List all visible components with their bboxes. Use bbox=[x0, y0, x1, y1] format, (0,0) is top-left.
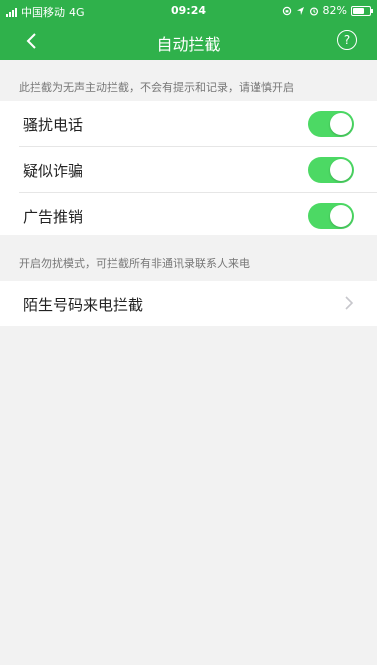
help-icon[interactable]: ? bbox=[337, 30, 357, 50]
toggle-row-ads: 广告推销 bbox=[19, 193, 377, 238]
battery-percent: 82% bbox=[322, 4, 347, 17]
toggle-group: 骚扰电话 疑似诈骗 广告推销 bbox=[0, 101, 377, 235]
toggle-label: 疑似诈骗 bbox=[23, 162, 84, 180]
location-icon bbox=[296, 6, 304, 15]
dnd-hint: 开启勿扰模式，可拦截所有非通讯录联系人来电 bbox=[19, 257, 250, 270]
stranger-label: 陌生号码来电拦截 bbox=[23, 296, 144, 314]
toggle-row-harassment: 骚扰电话 bbox=[19, 101, 377, 147]
status-right: 82% bbox=[282, 4, 373, 17]
page-title: 自动拦截 bbox=[156, 35, 221, 54]
toggle-label: 广告推销 bbox=[23, 208, 84, 226]
status-bar: 中国移动 4G 09:24 82% bbox=[0, 0, 377, 22]
harassment-toggle[interactable] bbox=[308, 111, 354, 137]
ads-toggle[interactable] bbox=[308, 203, 354, 229]
intercept-hint: 此拦截为无声主动拦截，不会有提示和记录，请谨慎开启 bbox=[19, 81, 294, 94]
battery-fill bbox=[353, 7, 365, 14]
toggle-label: 骚扰电话 bbox=[23, 116, 84, 134]
alarm-icon bbox=[309, 6, 318, 16]
nav-bar: 自动拦截 ? bbox=[0, 22, 377, 60]
battery-icon bbox=[351, 5, 373, 16]
chevron-right-icon bbox=[345, 296, 354, 310]
stranger-call-row[interactable]: 陌生号码来电拦截 bbox=[0, 281, 377, 326]
stranger-row[interactable]: 陌生号码来电拦截 bbox=[19, 281, 377, 326]
orientation-lock-icon bbox=[282, 6, 291, 15]
fraud-toggle[interactable] bbox=[308, 157, 354, 183]
toggle-row-fraud: 疑似诈骗 bbox=[19, 147, 377, 193]
